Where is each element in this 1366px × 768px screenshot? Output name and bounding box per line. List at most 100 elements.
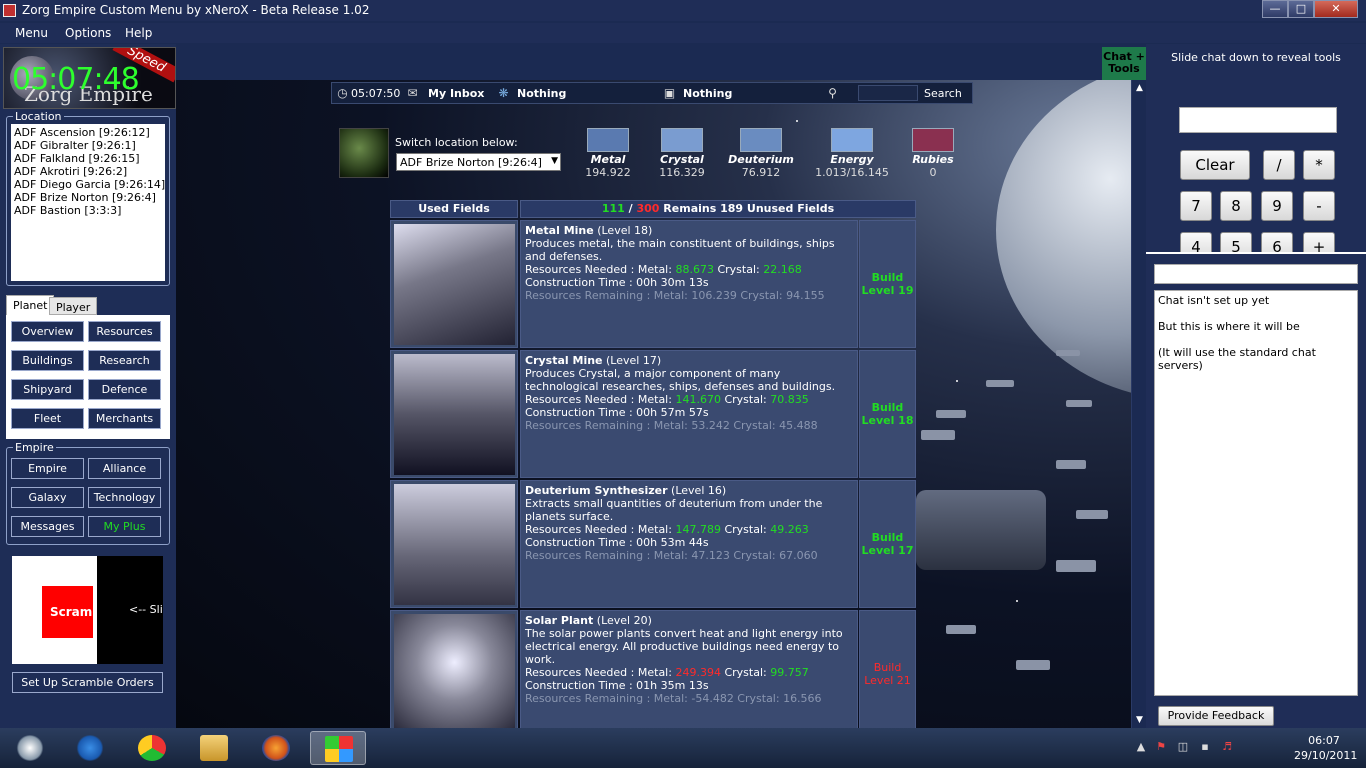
calculator-display[interactable] bbox=[1179, 107, 1337, 133]
overview-button[interactable]: Overview bbox=[11, 321, 84, 342]
chat-line: (It will use the standard chat servers) bbox=[1158, 346, 1316, 372]
calc-9-button[interactable]: 9 bbox=[1261, 191, 1293, 221]
building-image bbox=[390, 350, 518, 478]
switch-label: Switch location below: bbox=[395, 136, 518, 149]
provide-feedback-button[interactable]: Provide Feedback bbox=[1158, 706, 1274, 726]
calc-minus-button[interactable]: - bbox=[1303, 191, 1335, 221]
resources-button[interactable]: Resources bbox=[88, 321, 161, 342]
menu-menu[interactable]: Menu bbox=[15, 26, 48, 40]
building-image bbox=[390, 480, 518, 608]
building-image bbox=[390, 220, 518, 348]
shipyard-button[interactable]: Shipyard bbox=[11, 379, 84, 400]
action-center-icon[interactable]: ⚑ bbox=[1154, 740, 1168, 754]
fields-header: Used Fields 111 / 300 Remains 189 Unused… bbox=[390, 200, 916, 218]
start-button[interactable] bbox=[2, 731, 58, 765]
building-desc-text: Produces Crystal, a major component of m… bbox=[525, 367, 836, 393]
calc-multiply-button[interactable]: * bbox=[1303, 150, 1335, 180]
main-scrollbar[interactable]: ▲ ▼ bbox=[1131, 80, 1146, 728]
location-item[interactable]: ADF Bastion [3:3:3] bbox=[14, 204, 162, 217]
buildings-button[interactable]: Buildings bbox=[11, 350, 84, 371]
device-icon[interactable]: ◫ bbox=[1176, 740, 1190, 754]
chat-tools-button[interactable]: Chat + Tools bbox=[1102, 47, 1146, 80]
menu-help[interactable]: Help bbox=[125, 26, 152, 40]
resources-remaining: Resources Remaining : Metal: -54.482 Cry… bbox=[525, 692, 822, 705]
planet-tab-panel: Overview Resources Buildings Research Sh… bbox=[6, 315, 170, 439]
taskbar-chrome[interactable] bbox=[124, 731, 180, 765]
scramble-slider[interactable]: <-- Slide Scramble bbox=[12, 556, 163, 664]
show-hidden-icons-icon[interactable]: ▲ bbox=[1134, 740, 1148, 754]
building-level: (Level 16) bbox=[667, 484, 727, 497]
building-image bbox=[390, 610, 518, 728]
taskbar-internet-explorer[interactable] bbox=[62, 731, 118, 765]
needed-crystal: 99.757 bbox=[770, 666, 809, 679]
merchants-button[interactable]: Merchants bbox=[88, 408, 161, 429]
setup-scramble-button[interactable]: Set Up Scramble Orders bbox=[12, 672, 163, 693]
build-level-button[interactable]: Build Level 19 bbox=[859, 220, 916, 348]
calc-divide-button[interactable]: / bbox=[1263, 150, 1295, 180]
location-item[interactable]: ADF Ascension [9:26:12] bbox=[14, 126, 162, 139]
inbox-link[interactable]: My Inbox bbox=[428, 87, 484, 100]
scramble-handle[interactable]: Scramble bbox=[42, 586, 93, 638]
scroll-down-icon[interactable]: ▼ bbox=[1134, 715, 1145, 725]
resources-remaining: Resources Remaining : Metal: 106.239 Cry… bbox=[525, 289, 825, 302]
location-item[interactable]: ADF Gibralter [9:26:1] bbox=[14, 139, 162, 152]
tray-time: 06:07 bbox=[1308, 734, 1340, 747]
scroll-up-icon[interactable]: ▲ bbox=[1134, 83, 1145, 93]
location-item[interactable]: ADF Akrotiri [9:26:2] bbox=[14, 165, 162, 178]
right-panel: Slide chat down to reveal tools Clear / … bbox=[1146, 44, 1366, 728]
messages-button[interactable]: Messages bbox=[11, 516, 84, 537]
defence-button[interactable]: Defence bbox=[88, 379, 161, 400]
needed-metal: 249.394 bbox=[675, 666, 721, 679]
close-button[interactable]: ✕ bbox=[1314, 0, 1358, 18]
calc-clear-button[interactable]: Clear bbox=[1180, 150, 1250, 180]
tab-player[interactable]: Player bbox=[49, 297, 98, 315]
chat-input[interactable] bbox=[1154, 264, 1358, 284]
network-icon[interactable]: ▪ bbox=[1198, 740, 1212, 754]
building-description: Metal Mine (Level 18) Produces metal, th… bbox=[520, 220, 858, 348]
resources-remaining: Resources Remaining : Metal: 47.123 Crys… bbox=[525, 549, 818, 562]
rubies-icon bbox=[912, 128, 954, 152]
tray-clock[interactable]: 06:07 29/10/2011 bbox=[1294, 733, 1357, 763]
firefox-icon bbox=[262, 735, 290, 761]
my-plus-button[interactable]: My Plus bbox=[88, 516, 161, 537]
build-level-button[interactable]: Build Level 17 bbox=[859, 480, 916, 608]
fields-summary: 111 / 300 Remains 189 Unused Fields bbox=[520, 200, 916, 218]
build-level-button[interactable]: Build Level 21 bbox=[859, 610, 916, 728]
building-row: Metal Mine (Level 18) Produces metal, th… bbox=[390, 220, 916, 348]
taskbar-firefox[interactable] bbox=[248, 731, 304, 765]
app-icon bbox=[3, 4, 16, 17]
empire-button[interactable]: Empire bbox=[11, 458, 84, 479]
construction-time: Construction Time : 00h 53m 44s bbox=[525, 536, 709, 549]
needed-metal: 141.670 bbox=[675, 393, 721, 406]
location-item[interactable]: ADF Diego Garcia [9:26:14] bbox=[14, 178, 165, 191]
fleet-button[interactable]: Fleet bbox=[11, 408, 84, 429]
minimize-button[interactable]: — bbox=[1262, 0, 1288, 18]
calc-8-button[interactable]: 8 bbox=[1220, 191, 1252, 221]
taskbar-explorer[interactable] bbox=[186, 731, 242, 765]
taskbar-zorg-app[interactable] bbox=[310, 731, 366, 765]
building-name: Metal Mine bbox=[525, 224, 594, 237]
chrome-icon bbox=[138, 735, 166, 761]
info-bar: ◷ 05:07:50 ✉ My Inbox ❋ Nothing ▣ Nothin… bbox=[331, 82, 973, 104]
location-item[interactable]: ADF Brize Norton [9:26:4] bbox=[14, 191, 162, 204]
research-button[interactable]: Research bbox=[88, 350, 161, 371]
left-panel: Zorg Empire 05:07:48 Speed Location ADF … bbox=[0, 44, 176, 728]
build-level-button[interactable]: Build Level 18 bbox=[859, 350, 916, 478]
calc-7-button[interactable]: 7 bbox=[1180, 191, 1212, 221]
location-list[interactable]: ADF Ascension [9:26:12] ADF Gibralter [9… bbox=[11, 124, 165, 281]
search-button[interactable]: Search bbox=[924, 87, 962, 100]
maximize-button[interactable]: □ bbox=[1288, 0, 1314, 18]
location-legend: Location bbox=[13, 110, 64, 123]
search-input[interactable] bbox=[858, 85, 918, 101]
chat-panel: Chat isn't set up yet But this is where … bbox=[1146, 252, 1366, 728]
location-select[interactable]: ADF Brize Norton [9:26:4] ▼ bbox=[396, 153, 561, 171]
technology-button[interactable]: Technology bbox=[88, 487, 161, 508]
alliance-button[interactable]: Alliance bbox=[88, 458, 161, 479]
menu-options[interactable]: Options bbox=[65, 26, 111, 40]
metal-icon bbox=[587, 128, 629, 152]
window-title: Zorg Empire Custom Menu by xNeroX - Beta… bbox=[22, 3, 370, 17]
galaxy-button[interactable]: Galaxy bbox=[11, 487, 84, 508]
location-item[interactable]: ADF Falkland [9:26:15] bbox=[14, 152, 162, 165]
tab-planet[interactable]: Planet bbox=[6, 295, 55, 315]
volume-muted-icon[interactable]: ♬ bbox=[1220, 740, 1234, 754]
